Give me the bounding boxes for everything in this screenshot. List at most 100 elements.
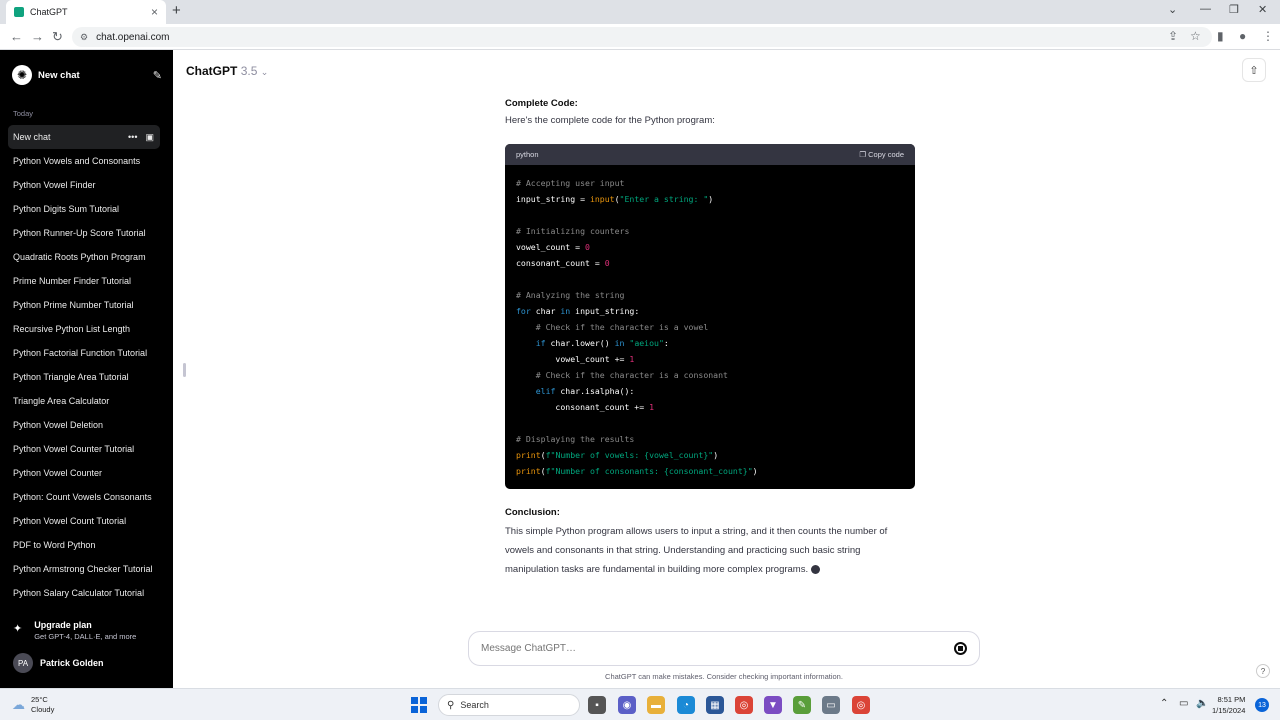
task-view-icon[interactable]: ▪ xyxy=(588,696,606,714)
chat-item[interactable]: Python Salary Calculator Tutorial xyxy=(8,581,160,605)
tab-search-icon[interactable]: ⌄ xyxy=(1168,3,1177,16)
code-token: in xyxy=(560,306,571,316)
conclusion-heading: Conclusion: xyxy=(505,507,560,518)
new-tab-icon[interactable]: + xyxy=(172,2,181,19)
chevron-up-icon[interactable]: ⌃ xyxy=(1160,698,1168,709)
maximize-icon[interactable]: ❐ xyxy=(1229,3,1239,16)
close-tab-icon[interactable]: × xyxy=(151,5,158,19)
close-window-icon[interactable]: ✕ xyxy=(1258,3,1267,16)
app-triangle-icon[interactable]: ▼ xyxy=(764,696,782,714)
chat-app-icon[interactable]: ◉ xyxy=(618,696,636,714)
code-line: consonant_count = 0 xyxy=(516,255,904,271)
windows-taskbar: ☁ 25°C Cloudy ⚲ Search ▪ ◉ ▬ ◔ ▦ ◎ ▼ ✎ ▭… xyxy=(0,688,1280,720)
minimize-icon[interactable]: — xyxy=(1200,3,1211,15)
start-button[interactable] xyxy=(411,697,427,713)
browser-tab[interactable]: ChatGPT × xyxy=(6,0,166,24)
chat-item[interactable]: Python Prime Number Tutorial xyxy=(8,293,160,317)
stop-generating-button[interactable] xyxy=(954,642,967,655)
file-explorer-icon[interactable]: ▬ xyxy=(647,696,665,714)
chat-item[interactable]: Python Vowel Count Tutorial xyxy=(8,509,160,533)
more-options-icon[interactable]: ••• xyxy=(128,125,137,149)
openai-logo-icon: ✺ xyxy=(12,65,32,85)
disclaimer: ChatGPT can make mistakes. Consider chec… xyxy=(605,672,843,681)
url-text: chat.openai.com xyxy=(96,31,170,43)
model-version: 3.5 xyxy=(240,64,258,78)
app-monitor-icon[interactable]: ▭ xyxy=(822,696,840,714)
edge-icon[interactable]: ◔ xyxy=(677,696,695,714)
back-icon[interactable]: ← xyxy=(10,29,23,44)
notification-badge[interactable]: 13 xyxy=(1255,698,1269,712)
chrome-active-icon[interactable]: ◎ xyxy=(852,696,870,714)
network-icon[interactable]: ▭ xyxy=(1179,698,1188,709)
code-line: if char.lower() in "aeiou": xyxy=(516,335,904,351)
chat-item-active[interactable]: New chat ••• ▣ xyxy=(8,125,160,149)
chat-item[interactable]: Python Vowel Counter xyxy=(8,461,160,485)
code-token: for xyxy=(516,306,531,316)
code-token: # Analyzing the string xyxy=(516,290,625,300)
reload-icon[interactable]: ↻ xyxy=(52,29,63,45)
upload-icon: ⇧ xyxy=(1249,64,1259,77)
taskbar-search[interactable]: ⚲ Search xyxy=(438,694,580,716)
side-panel-icon[interactable]: ▮ xyxy=(1217,29,1224,43)
chat-item[interactable]: Python Armstrong Checker Tutorial xyxy=(8,557,160,581)
user-menu[interactable]: PA Patrick Golden xyxy=(13,653,104,673)
chat-item[interactable]: Python Factorial Function Tutorial xyxy=(8,341,160,365)
message-input[interactable] xyxy=(481,643,954,654)
chrome-icon[interactable]: ◎ xyxy=(735,696,753,714)
code-content[interactable]: # Accepting user input input_string = inp… xyxy=(505,165,915,489)
site-info-icon[interactable]: ⚙ xyxy=(80,32,88,43)
code-token: char xyxy=(530,306,561,316)
chat-item[interactable]: Python Runner-Up Score Tutorial xyxy=(8,221,160,245)
chat-item[interactable]: Quadratic Roots Python Program xyxy=(8,245,160,269)
chat-item[interactable]: Python Triangle Area Tutorial xyxy=(8,365,160,389)
weather-widget[interactable]: ☁ 25°C Cloudy xyxy=(12,695,54,715)
code-token: char.lower() xyxy=(545,338,615,348)
system-clock[interactable]: 8:51 PM 1/15/2024 xyxy=(1212,694,1245,716)
chat-item[interactable]: Python: Count Vowels Consonants xyxy=(8,485,160,509)
chat-item[interactable]: Python Digits Sum Tutorial xyxy=(8,197,160,221)
chat-item[interactable]: Triangle Area Calculator xyxy=(8,389,160,413)
share-button[interactable]: ⇧ xyxy=(1242,58,1266,82)
volume-icon[interactable]: 🔈 xyxy=(1196,698,1208,709)
chat-item[interactable]: Python Vowel Finder xyxy=(8,173,160,197)
code-heading: Complete Code: xyxy=(505,98,578,109)
copy-code-button[interactable]: ❐ Copy code xyxy=(859,150,904,159)
model-selector[interactable]: ChatGPT 3.5 ⌄ xyxy=(186,64,268,78)
help-button[interactable]: ? xyxy=(1256,664,1270,678)
profile-icon[interactable]: ● xyxy=(1239,29,1246,43)
code-line: # Initializing counters xyxy=(516,223,904,239)
bookmark-star-icon[interactable]: ☆ xyxy=(1190,29,1201,43)
assistant-message: Complete Code: Here's the complete code … xyxy=(505,98,915,579)
chat-item[interactable]: Prime Number Finder Tutorial xyxy=(8,269,160,293)
archive-icon[interactable]: ▣ xyxy=(145,125,154,149)
code-token: # Initializing counters xyxy=(516,226,630,236)
forward-icon[interactable]: → xyxy=(31,29,44,44)
code-line: # Accepting user input xyxy=(516,175,904,191)
tab-title: ChatGPT xyxy=(30,7,68,17)
code-line: print(f"Number of consonants: {consonant… xyxy=(516,463,904,479)
address-bar[interactable]: ⚙ chat.openai.com xyxy=(72,27,1212,47)
chat-item[interactable]: Recursive Python List Length xyxy=(8,317,160,341)
code-token: : xyxy=(663,338,669,348)
code-line: # Displaying the results xyxy=(516,431,904,447)
code-token: char.isalpha(): xyxy=(555,386,635,396)
chat-item[interactable]: PDF to Word Python xyxy=(8,533,160,557)
chat-item[interactable]: Python Vowels and Consonants xyxy=(8,149,160,173)
new-chat-button[interactable]: ✺ New chat ✎ xyxy=(12,65,162,85)
compose-icon[interactable]: ✎ xyxy=(153,69,162,82)
app-editor-icon[interactable]: ✎ xyxy=(793,696,811,714)
chat-main: ChatGPT 3.5 ⌄ ⇧ Complete Code: Here's th… xyxy=(173,50,1280,688)
store-icon[interactable]: ▦ xyxy=(706,696,724,714)
chat-item[interactable]: Python Vowel Counter Tutorial xyxy=(8,437,160,461)
chat-item[interactable]: Python Vowel Deletion xyxy=(8,413,160,437)
chrome-menu-icon[interactable]: ⋮ xyxy=(1262,29,1274,43)
message-composer xyxy=(468,631,980,666)
code-line: consonant_count += 1 xyxy=(516,399,904,415)
upgrade-plan-button[interactable]: ✦ Upgrade plan Get GPT-4, DALL·E, and mo… xyxy=(13,620,136,641)
code-language: python xyxy=(516,150,539,159)
sidebar-resize-handle[interactable] xyxy=(183,363,186,377)
share-page-icon[interactable]: ⇪ xyxy=(1168,29,1178,43)
